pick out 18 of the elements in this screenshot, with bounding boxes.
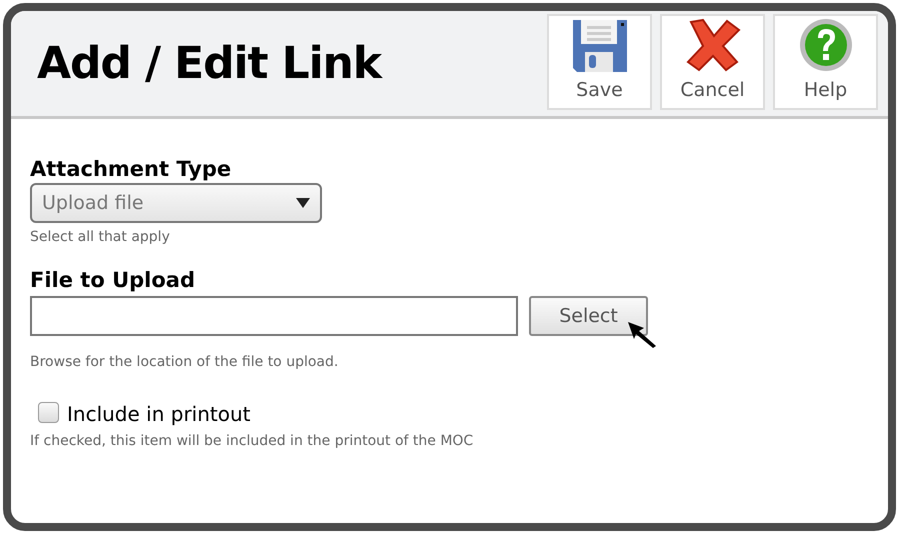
attachment-type-dropdown[interactable]: Upload file	[30, 183, 322, 223]
toolbar-button[interactable]: Save	[547, 14, 652, 110]
cross-icon	[684, 18, 740, 72]
file-path-field[interactable]	[30, 296, 518, 336]
toolbar-button[interactable]: Help	[773, 14, 878, 110]
hint-text: Browse for the location of the file to upload.	[30, 353, 340, 372]
toolbar-button[interactable]: Cancel	[660, 14, 765, 110]
help-icon	[798, 18, 852, 72]
hint-text: Select all that apply	[30, 228, 171, 247]
select-button[interactable]: Select	[529, 296, 648, 336]
caret-icon	[296, 198, 310, 208]
checkbox-label: Include in printout	[67, 401, 250, 428]
field-label: File to Upload	[30, 268, 196, 292]
include-checkbox[interactable]	[38, 402, 59, 423]
field-label: Attachment Type	[30, 157, 232, 181]
cursor-icon	[626, 320, 658, 348]
dialog-title: Add / Edit Link	[37, 36, 384, 90]
hint-text: If checked, this item will be included in the printout of the MOC	[30, 432, 474, 451]
